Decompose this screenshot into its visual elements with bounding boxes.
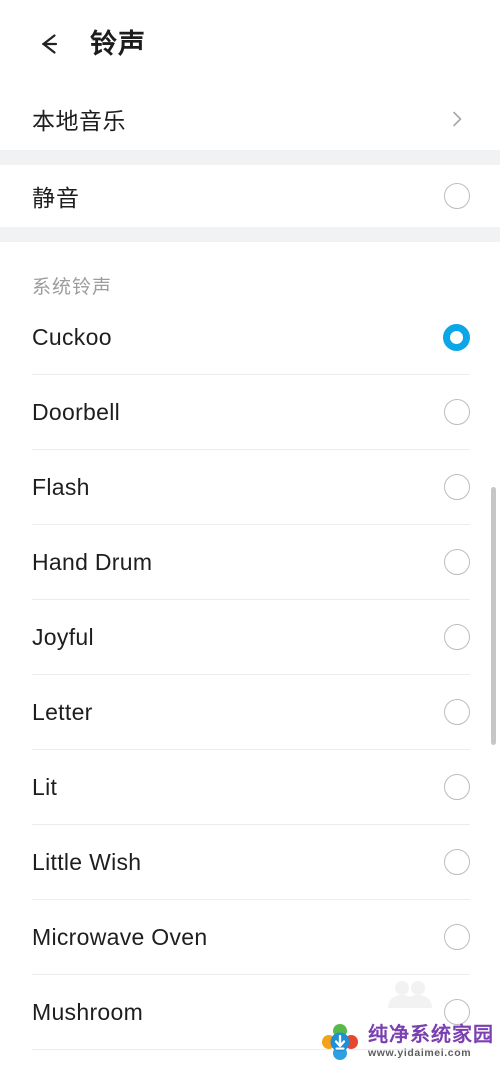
ringtone-radio-button[interactable] (444, 474, 470, 500)
ringtone-radio-button[interactable] (444, 999, 470, 1025)
ringtone-radio-button[interactable] (444, 924, 470, 950)
ringtone-row[interactable]: Microwave Oven (0, 900, 500, 974)
local-music-label: 本地音乐 (32, 108, 126, 134)
system-ringtones-section-title: 系统铃声 (32, 276, 113, 298)
ringtone-row[interactable]: Flash (0, 450, 500, 524)
app-header: 铃声 (0, 0, 500, 88)
ringtone-radio-button[interactable] (444, 549, 470, 575)
ringtone-label: Little Wish (32, 848, 142, 875)
ringtone-label: Letter (32, 698, 93, 725)
ringtone-row[interactable]: Little Wish (0, 825, 500, 899)
ringtone-label: Cuckoo (32, 323, 112, 350)
ringtone-label: Joyful (32, 623, 94, 650)
back-arrow-icon[interactable] (30, 25, 68, 63)
local-music-row[interactable]: 本地音乐 (0, 88, 500, 150)
ringtone-radio-button[interactable] (444, 399, 470, 425)
silent-label: 静音 (32, 185, 80, 211)
ringtone-radio-button[interactable] (444, 699, 470, 725)
ringtone-label: Flash (32, 473, 90, 500)
ringtone-row[interactable]: New World (0, 1050, 500, 1065)
silent-radio-button[interactable] (444, 183, 470, 209)
ringtone-row[interactable]: Doorbell (0, 375, 500, 449)
ringtone-label: Doorbell (32, 398, 121, 425)
ringtone-radio-selected[interactable] (443, 323, 470, 351)
section-divider-band-top (0, 150, 500, 165)
silent-row[interactable]: 静音 (0, 165, 500, 227)
section-spacer (0, 242, 500, 270)
ringtone-row[interactable]: Mushroom (0, 975, 500, 1049)
ringtone-row[interactable]: Joyful (0, 600, 500, 674)
ringtone-label: Hand Drum (32, 548, 153, 575)
ringtone-label: Microwave Oven (32, 923, 208, 950)
chevron-right-icon (446, 108, 468, 130)
section-divider-band-bottom (0, 227, 500, 242)
ringtone-radio-button[interactable] (444, 849, 470, 875)
vertical-scrollbar-thumb[interactable] (491, 487, 496, 745)
ringtone-radio-button[interactable] (444, 774, 470, 800)
ringtone-row[interactable]: Lit (0, 750, 500, 824)
ringtone-list: Cuckoo Doorbell Flash Hand Drum Joyful Letter… (0, 300, 500, 1065)
ringtone-radio-button[interactable] (444, 624, 470, 650)
ringtone-row[interactable]: Letter (0, 675, 500, 749)
ringtone-row[interactable]: Hand Drum (0, 525, 500, 599)
ringtone-label: Mushroom (32, 998, 144, 1025)
ringtone-row[interactable]: Cuckoo (0, 300, 500, 374)
ringtone-settings-screen: 铃声 本地音乐 静音 系统铃声 Cuckoo Doorbell Flash Hand … (0, 0, 500, 1065)
ringtone-label: Lit (32, 773, 58, 800)
page-title: 铃声 (90, 28, 146, 59)
